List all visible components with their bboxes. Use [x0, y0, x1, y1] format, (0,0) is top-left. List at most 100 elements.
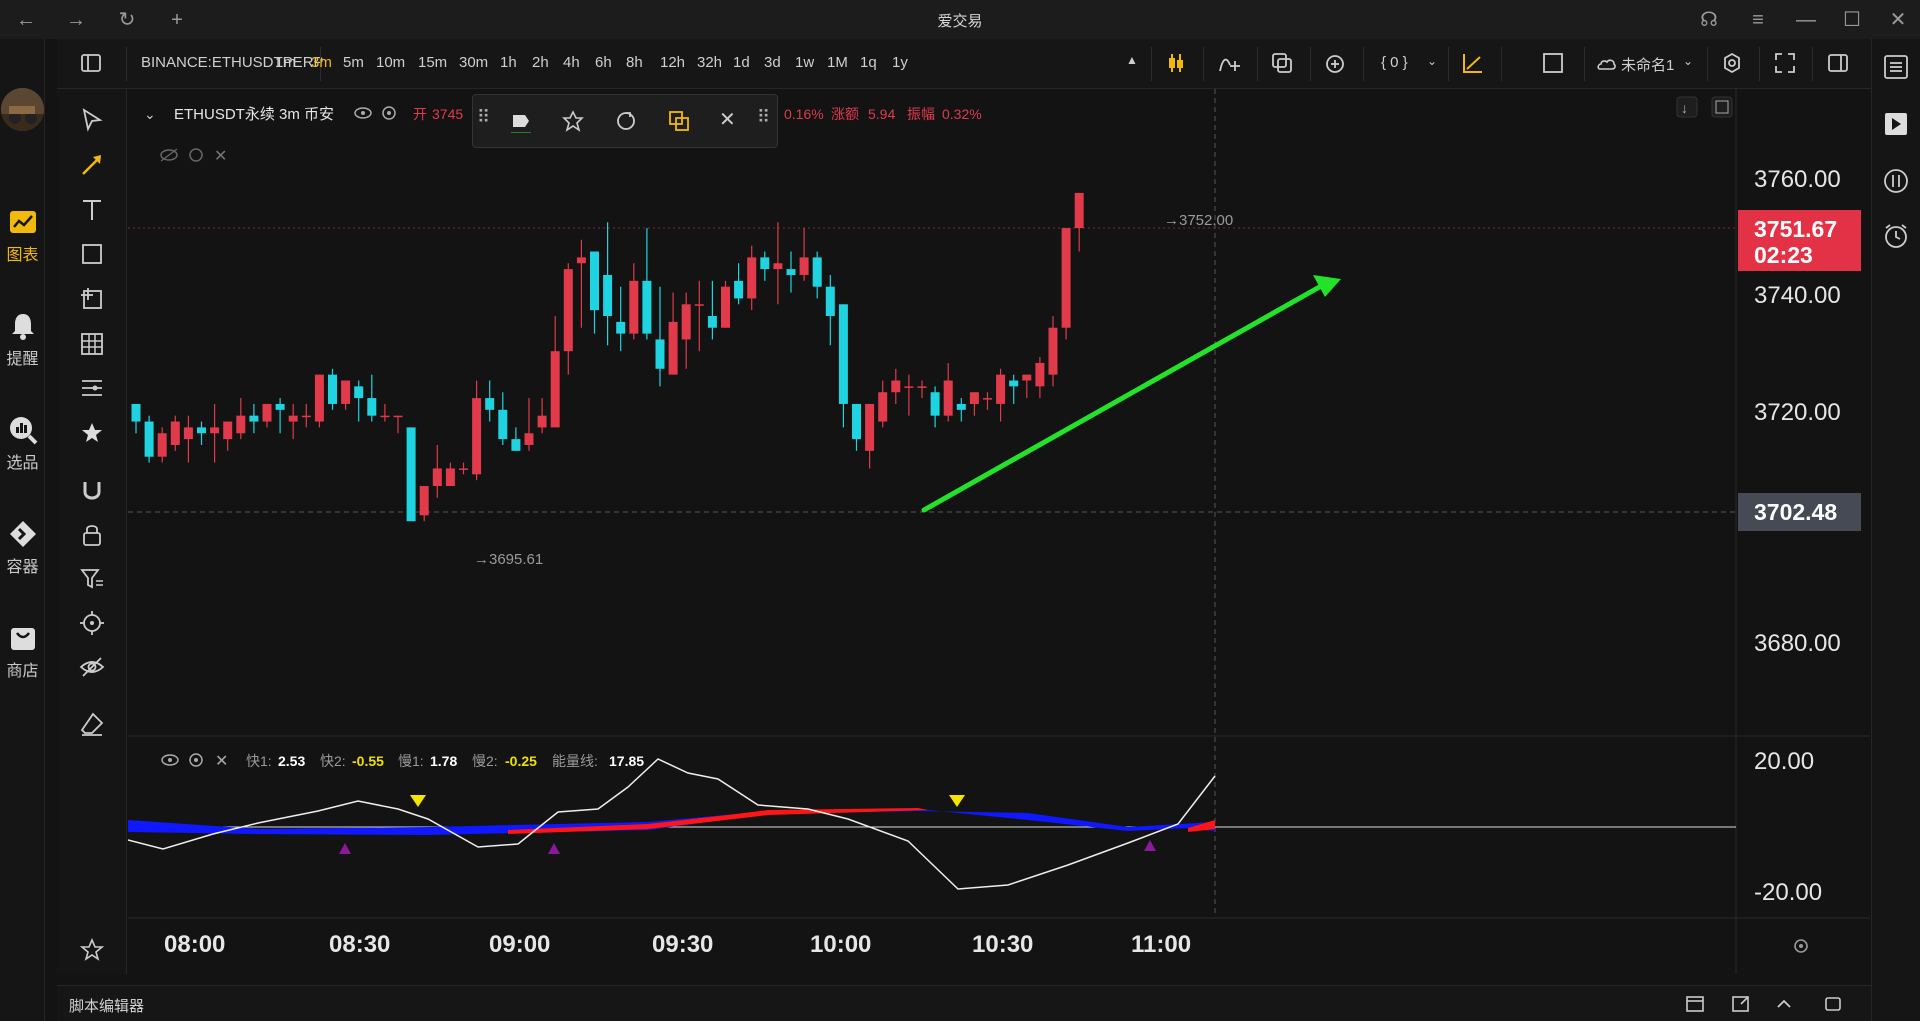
energy-label: 能量线: [552, 753, 598, 769]
sidebar-toggle-icon[interactable] [79, 51, 103, 75]
interval-10m[interactable]: 10m [376, 54, 405, 71]
fullscreen-icon[interactable] [1773, 51, 1797, 75]
chart-area[interactable]: →3752.00 →3695.61 3760.00 3740.00 3720.0… [128, 89, 1870, 974]
add-indicator-icon[interactable] [1217, 51, 1241, 75]
drawing-toolbar [57, 89, 127, 974]
remove-drawing-icon[interactable]: ✕ [719, 107, 743, 131]
line-color-icon[interactable] [509, 109, 533, 133]
alarm-clock-icon[interactable] [1882, 222, 1910, 250]
interval-1M[interactable]: 1M [827, 54, 848, 71]
order-book-icon[interactable] [1882, 167, 1910, 195]
trend-arrow-icon[interactable] [79, 152, 105, 178]
eye-hide-icon[interactable] [79, 654, 105, 680]
legend-chevron-icon[interactable]: ⌄ [144, 106, 156, 122]
candle-body [144, 421, 154, 457]
interval-5m[interactable]: 5m [343, 54, 364, 71]
interval-3m[interactable]: 3m [311, 54, 332, 71]
candle-body [406, 427, 416, 522]
candle-type-icon[interactable] [1164, 51, 1188, 75]
chevron-down-icon[interactable]: ⌄ [1427, 54, 1437, 68]
nav-label-container: 容器 [6, 559, 39, 576]
maximize-icon[interactable]: ☐ [1838, 6, 1866, 34]
compare-icon[interactable] [1270, 51, 1294, 75]
favorites-star-icon[interactable] [79, 937, 105, 963]
nav-label-store: 商店 [6, 663, 39, 680]
grid-tool-icon[interactable] [79, 331, 105, 357]
drag-handle-right-icon[interactable]: ⠿ [757, 107, 781, 131]
cursor-icon[interactable] [79, 107, 105, 133]
interval-32h[interactable]: 32h [697, 54, 722, 71]
interval-6h[interactable]: 6h [595, 54, 612, 71]
interval-1h[interactable]: 1h [500, 54, 517, 71]
restore-icon[interactable] [1711, 96, 1733, 118]
layout-chevron-icon[interactable]: ⌄ [1683, 54, 1693, 68]
ruler-icon[interactable] [1461, 51, 1485, 75]
interval-1m[interactable]: 1m [275, 54, 296, 71]
drag-handle-icon[interactable]: ⠿ [477, 107, 501, 131]
layout-square-icon[interactable] [1541, 51, 1565, 75]
scroll-down-icon[interactable]: ↓ [1676, 96, 1698, 118]
time-tick: 10:00 [810, 931, 871, 958]
panel-icon[interactable] [1685, 994, 1705, 1014]
popout-icon[interactable] [1731, 994, 1751, 1014]
filter-icon[interactable] [79, 566, 105, 592]
indicator-close-icon[interactable]: ✕ [215, 753, 228, 770]
close-icon[interactable]: ✕ [1884, 6, 1912, 34]
menu-icon[interactable]: ≡ [1744, 6, 1772, 34]
alert-add-icon[interactable] [1323, 51, 1347, 75]
energy-value: 17.85 [609, 753, 644, 769]
maximize-panel-icon[interactable] [1823, 994, 1843, 1014]
nav-item-screener[interactable]: 选品 [0, 415, 45, 473]
interval-1d[interactable]: 1d [733, 54, 750, 71]
lock-icon[interactable] [79, 522, 105, 548]
magnet-icon[interactable] [79, 478, 105, 504]
interval-30m[interactable]: 30m [459, 54, 488, 71]
interval-4h[interactable]: 4h [563, 54, 580, 71]
interval-1w[interactable]: 1w [795, 54, 814, 71]
watchlist-icon[interactable] [1882, 53, 1910, 81]
measure-tool-icon[interactable] [79, 286, 105, 312]
layers-icon[interactable] [667, 109, 691, 133]
interval-1y[interactable]: 1y [892, 54, 908, 71]
star-tool-icon[interactable] [79, 420, 105, 446]
interval-12h[interactable]: 12h [660, 54, 685, 71]
support-icon[interactable]: ☊ [1695, 6, 1723, 34]
settings-icon[interactable] [1720, 51, 1744, 75]
interval-15m[interactable]: 15m [418, 54, 447, 71]
symbol-selector[interactable]: BINANCE:ETHUSDTPERP [141, 54, 324, 71]
text-tool-icon[interactable] [79, 197, 105, 223]
source-close-icon[interactable]: ✕ [214, 148, 227, 165]
candle-body [629, 280, 639, 334]
interval-dropdown-icon[interactable]: ▲ [1126, 53, 1138, 67]
right-panel-toggle-icon[interactable] [1826, 51, 1850, 75]
nav-item-container[interactable]: 容器 [0, 519, 45, 577]
nav-item-chart[interactable]: 图表 [0, 207, 45, 265]
eraser-icon[interactable] [79, 711, 105, 737]
cloud-save-icon[interactable] [1594, 51, 1618, 75]
avatar[interactable] [1, 88, 44, 131]
interval-8h[interactable]: 8h [626, 54, 643, 71]
script-editor-tab[interactable]: 脚本编辑器 [69, 995, 144, 1016]
clone-icon[interactable] [614, 109, 638, 133]
chart-canvas[interactable]: →3752.00 →3695.61 3760.00 3740.00 3720.0… [128, 89, 1870, 974]
nav-item-alert[interactable]: 提醒 [0, 311, 45, 369]
favorite-star-icon[interactable] [561, 109, 585, 133]
interval-2h[interactable]: 2h [532, 54, 549, 71]
crosshair-icon[interactable] [79, 610, 105, 636]
trading-panel-icon[interactable] [1882, 110, 1910, 138]
candle-body [563, 269, 573, 352]
minimize-icon[interactable]: — [1792, 6, 1820, 34]
nav-item-store[interactable]: 商店 [0, 623, 45, 681]
fib-tool-icon[interactable] [79, 375, 105, 401]
layout-name[interactable]: 未命名1 [1621, 54, 1674, 75]
candle-body [930, 392, 940, 416]
interval-3d[interactable]: 3d [764, 54, 781, 71]
interval-1q[interactable]: 1q [860, 54, 877, 71]
container-icon [9, 521, 36, 547]
indicator-template-button[interactable]: { 0 } [1381, 54, 1408, 71]
candle-body [131, 403, 141, 422]
fast1-label: 快1: [246, 753, 272, 769]
chevron-up-icon[interactable] [1774, 994, 1794, 1014]
rectangle-tool-icon[interactable] [79, 241, 105, 267]
candle-body [1074, 192, 1084, 229]
